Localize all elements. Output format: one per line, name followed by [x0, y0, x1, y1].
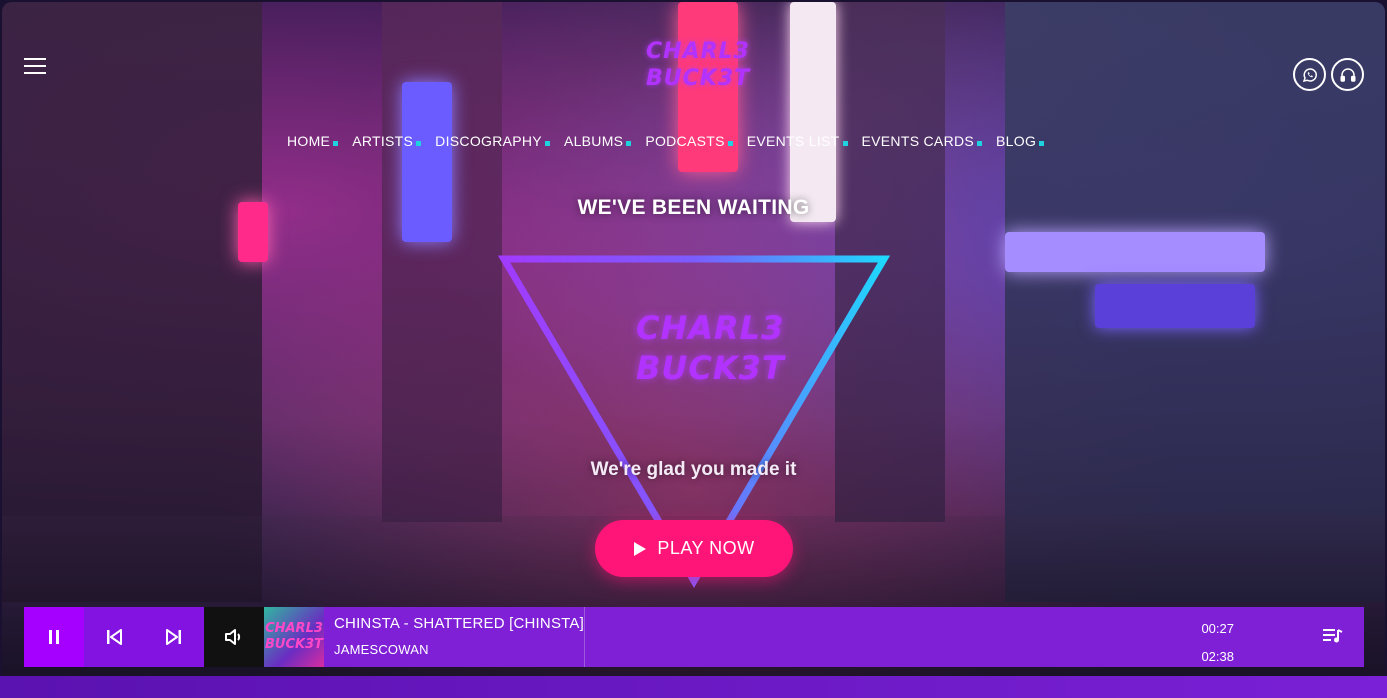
- hero-tagline: We're glad you made it: [590, 459, 797, 480]
- album-cover[interactable]: CHARL3 BUCK3T: [264, 607, 324, 667]
- play-now-label: PLAY NOW: [657, 538, 755, 558]
- skip-forward-icon: [166, 629, 181, 645]
- track-times: 00:27 02:38: [1200, 615, 1234, 671]
- pause-icon: [49, 630, 59, 644]
- current-time: 00:27: [1201, 621, 1234, 636]
- neon-sign: [1005, 232, 1265, 272]
- volume-button[interactable]: [204, 607, 264, 667]
- logo-line1: CHARL3: [646, 39, 750, 64]
- next-button[interactable]: [144, 607, 204, 667]
- playlist-icon: [1323, 629, 1343, 643]
- neon-sign: [790, 2, 836, 222]
- hero-logo-line1: CHARL3: [636, 309, 785, 347]
- building-left: [2, 2, 262, 602]
- play-icon: [634, 541, 647, 556]
- cover-line2: BUCK3T: [265, 637, 323, 652]
- pause-button[interactable]: [24, 607, 84, 667]
- hero-logo: CHARL3 BUCK3T: [636, 308, 785, 398]
- track-title: CHINSTA - SHATTERED [CHINSTA]: [334, 615, 584, 632]
- main-nav: HOME ARTISTS DISCOGRAPHY ALBUMS PODCASTS…: [287, 133, 1058, 149]
- play-now-button[interactable]: PLAY NOW: [595, 520, 793, 577]
- hero-headline: WE'VE BEEN WAITING: [577, 196, 810, 219]
- track-info: CHINSTA - SHATTERED [CHINSTA] JAMESCOWAN: [324, 607, 585, 667]
- nav-blog[interactable]: BLOG: [996, 133, 1045, 149]
- skip-back-icon: [107, 629, 122, 645]
- neon-sign: [1095, 284, 1255, 328]
- site-logo[interactable]: CHARL3 BUCK3T: [646, 38, 751, 98]
- audio-player: CHARL3 BUCK3T CHINSTA - SHATTERED [CHINS…: [24, 607, 1364, 667]
- whatsapp-icon[interactable]: [1293, 58, 1326, 91]
- nav-events-list[interactable]: EVENTS LIST: [747, 133, 848, 149]
- nav-albums[interactable]: ALBUMS: [564, 133, 632, 149]
- duration: 02:38: [1201, 649, 1234, 664]
- nav-home[interactable]: HOME: [287, 133, 339, 149]
- track-artist: JAMESCOWAN: [334, 642, 429, 657]
- cover-line1: CHARL3: [265, 621, 323, 636]
- nav-events-cards[interactable]: EVENTS CARDS: [862, 133, 982, 149]
- building-mid-left: [382, 2, 502, 522]
- hamburger-icon[interactable]: [24, 58, 46, 74]
- previous-button[interactable]: [84, 607, 144, 667]
- playlist-button[interactable]: [1322, 626, 1346, 648]
- nav-discography[interactable]: DISCOGRAPHY: [435, 133, 550, 149]
- hero-logo-line2: BUCK3T: [636, 349, 785, 387]
- nav-podcasts[interactable]: PODCASTS: [645, 133, 734, 149]
- volume-icon: [225, 629, 241, 645]
- logo-line2: BUCK3T: [646, 66, 751, 91]
- nav-artists[interactable]: ARTISTS: [352, 133, 422, 149]
- headphones-icon[interactable]: [1331, 58, 1364, 91]
- bottom-strip: [0, 676, 1387, 698]
